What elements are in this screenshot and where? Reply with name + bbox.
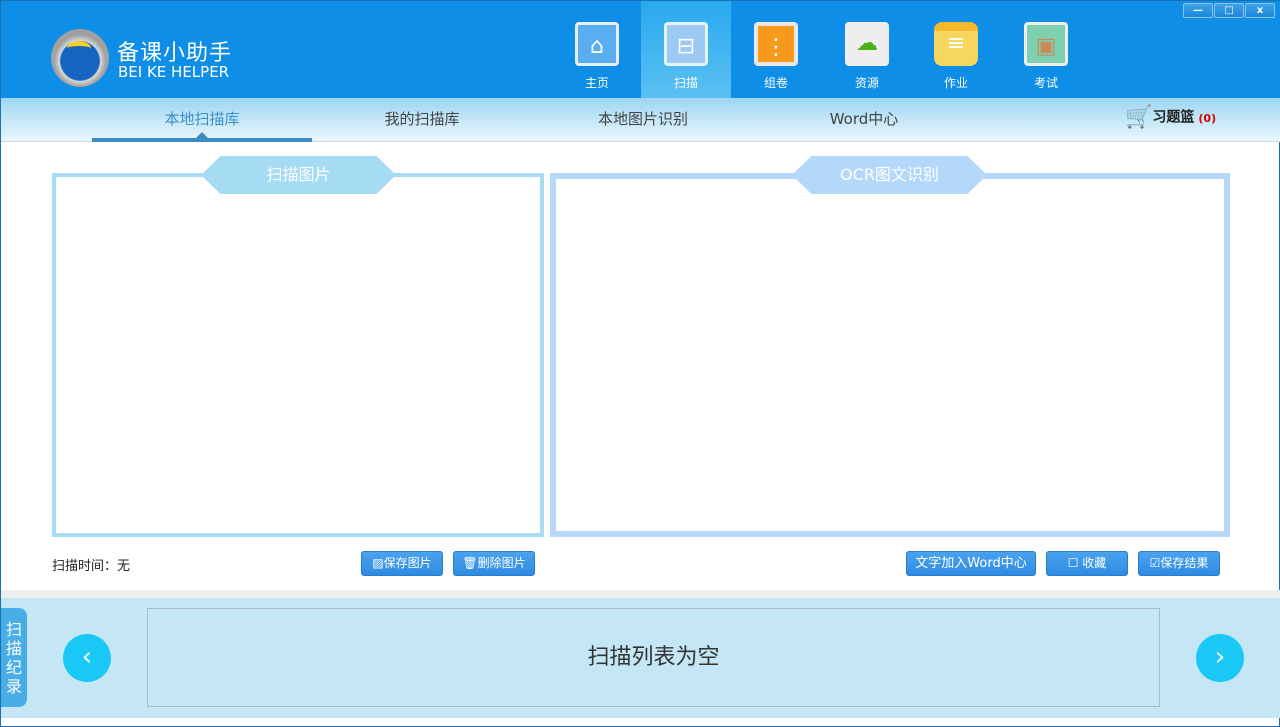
logo <box>51 29 109 87</box>
button-label: 保存结果 <box>1160 556 1209 570</box>
nav-compose[interactable]: ⋮ 组卷 <box>731 1 821 98</box>
scan-list-area: 扫描纪录 ‹ 扫描列表为空 › <box>1 598 1280 718</box>
brand-name-en: BEI KE HELPER <box>118 63 230 81</box>
save-image-button[interactable]: ▨保存图片 <box>361 551 443 576</box>
scan-image-title: 扫描图片 <box>201 156 396 194</box>
share-cloud-icon: ☁ <box>845 22 889 66</box>
header: 备课小助手 BEI KE HELPER ⌂ 主页 ⊟ 扫描 ⋮ 组卷 ☁ 资源 ≡ 作业 … <box>1 1 1280 98</box>
prev-arrow-button[interactable]: ‹ <box>63 634 111 682</box>
ocr-panel <box>550 173 1230 537</box>
add-to-word-button[interactable]: 文字加入Word中心 <box>906 551 1036 576</box>
nav-label: 资源 <box>854 76 879 90</box>
home-icon: ⌂ <box>575 22 619 66</box>
button-label: 保存图片 <box>383 556 432 570</box>
scan-list: 扫描列表为空 <box>147 608 1160 707</box>
divider <box>1 590 1280 598</box>
nav-home[interactable]: ⌂ 主页 <box>552 1 642 98</box>
save-check-icon: ☑ <box>1149 556 1161 570</box>
basket-label: 习题篮 <box>1152 109 1195 126</box>
nav-resources[interactable]: ☁ 资源 <box>822 1 912 98</box>
scan-record-tab[interactable]: 扫描纪录 <box>1 608 27 707</box>
minimize-button[interactable]: — <box>1183 3 1213 18</box>
ocr-title: OCR图文识别 <box>792 156 987 194</box>
image-icon: ▨ <box>372 556 384 570</box>
exam-envelope-icon: ▣ <box>1024 22 1068 66</box>
tab-local-scan-library[interactable]: 本地扫描库 <box>92 98 312 142</box>
nav-label: 作业 <box>943 76 968 90</box>
notes-icon: ≡ <box>934 22 978 66</box>
save-result-button[interactable]: ☑保存结果 <box>1138 551 1220 576</box>
folder-icon: ⋮ <box>754 22 798 66</box>
maximize-button[interactable]: □ <box>1214 3 1244 18</box>
next-arrow-button[interactable]: › <box>1196 634 1244 682</box>
question-basket[interactable]: 🛒习题篮 (0) <box>1125 105 1216 130</box>
tab-my-scan-library[interactable]: 我的扫描库 <box>312 98 532 142</box>
scan-icon: ⊟ <box>664 22 708 66</box>
bookmark-icon: ☐ <box>1067 556 1083 570</box>
nav-homework[interactable]: ≡ 作业 <box>911 1 1001 98</box>
cart-icon: 🛒 <box>1125 105 1153 130</box>
scan-time: 扫描时间：无 <box>52 559 131 574</box>
close-button[interactable]: x <box>1245 3 1275 18</box>
delete-image-button[interactable]: 🗑删除图片 <box>453 551 535 576</box>
button-label: 收藏 <box>1082 556 1107 570</box>
nav-exam[interactable]: ▣ 考试 <box>1001 1 1091 98</box>
button-label: 删除图片 <box>477 556 526 570</box>
tab-word-center[interactable]: Word中心 <box>754 98 974 142</box>
nav-label: 扫描 <box>673 76 698 90</box>
nav-scan[interactable]: ⊟ 扫描 <box>641 1 731 98</box>
favorite-button[interactable]: ☐ 收藏 <box>1046 551 1128 576</box>
sub-tabs: 本地扫描库 我的扫描库 本地图片识别 Word中心 🛒习题篮 (0) <box>1 98 1280 142</box>
nav-label: 组卷 <box>763 76 788 90</box>
trash-icon: 🗑 <box>462 556 478 570</box>
nav-label: 考试 <box>1033 76 1058 90</box>
basket-count: (0) <box>1198 111 1217 125</box>
scan-image-panel <box>52 173 544 537</box>
tab-local-image-recognition[interactable]: 本地图片识别 <box>533 98 753 142</box>
nav-label: 主页 <box>584 76 609 90</box>
